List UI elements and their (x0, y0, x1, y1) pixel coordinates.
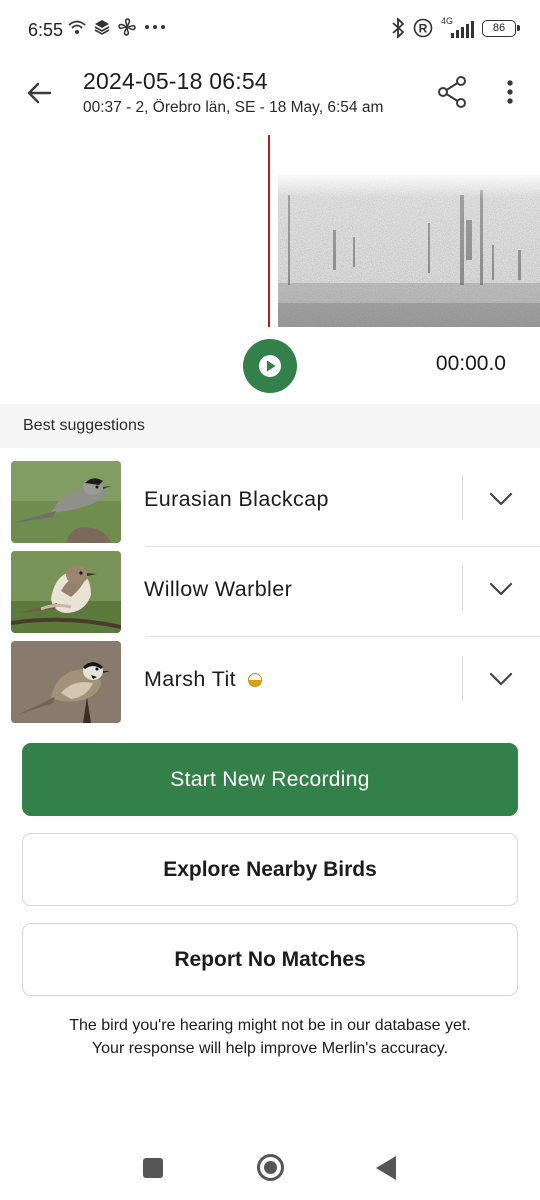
footer-line-2: Your response will help improve Merlin's… (91, 1040, 449, 1057)
playback-time: 00:00.0 (435, 352, 506, 375)
explore-nearby-birds-button[interactable]: Explore Nearby Birds (22, 833, 518, 906)
play-button[interactable] (243, 339, 297, 393)
bird-name: Eurasian Blackcap (144, 487, 329, 512)
more-options-button[interactable] (490, 72, 530, 112)
divider (462, 476, 463, 520)
network-label: 4G (441, 16, 454, 26)
willow-warbler-photo (11, 551, 121, 633)
home-button[interactable] (257, 1154, 284, 1181)
chevron-down-icon (489, 672, 513, 686)
status-bar: 6:55 R 4G 86 (0, 0, 540, 60)
row-divider (145, 546, 540, 547)
back-button[interactable] (20, 74, 58, 112)
footer-note: The bird you're hearing might not be in … (0, 1014, 540, 1060)
section-title: Best suggestions (23, 417, 145, 434)
suggestion-eurasian-blackcap[interactable]: Eurasian Blackcap (0, 458, 540, 547)
system-back-button[interactable] (376, 1156, 396, 1180)
expand-button[interactable] (478, 568, 524, 610)
footer-line-1: The bird you're hearing might not be in … (69, 1017, 471, 1034)
play-icon (259, 355, 281, 377)
recording-subtitle: 00:37 - 2, Örebro län, SE - 18 May, 6:54… (83, 99, 384, 116)
report-no-matches-button[interactable]: Report No Matches (22, 923, 518, 996)
app-bar: 2024-05-18 06:54 00:37 - 2, Örebro län, … (0, 60, 540, 128)
suggestion-willow-warbler[interactable]: Willow Warbler (0, 548, 540, 637)
spectrogram-image (278, 175, 540, 327)
recent-apps-button[interactable] (143, 1158, 163, 1178)
chevron-down-icon (489, 582, 513, 596)
bird-name: Willow Warbler (144, 577, 292, 602)
share-button[interactable] (432, 72, 472, 112)
expand-button[interactable] (478, 478, 524, 520)
svg-text:R: R (419, 22, 428, 36)
playhead[interactable] (268, 135, 270, 327)
chevron-down-icon (489, 492, 513, 506)
battery-icon: 86 (482, 19, 520, 37)
signal-4g-icon: 4G (441, 16, 474, 38)
divider (462, 656, 463, 700)
row-divider (145, 636, 540, 637)
bird-name-text: Marsh Tit (144, 667, 237, 691)
suggestion-marsh-tit[interactable]: Marsh Tit (0, 638, 540, 726)
battery-level: 86 (492, 22, 506, 34)
bird-name-text: Eurasian Blackcap (144, 487, 329, 511)
bluetooth-icon (392, 18, 405, 38)
share-icon (438, 76, 466, 108)
start-new-recording-button[interactable]: Start New Recording (22, 743, 518, 816)
half-filled-circle-icon (248, 672, 263, 687)
divider (462, 566, 463, 610)
status-time: 6:55 (28, 20, 64, 40)
more-dots-icon (145, 25, 165, 29)
expand-button[interactable] (478, 658, 524, 700)
spectrogram[interactable] (0, 135, 540, 329)
layers-icon (94, 20, 110, 35)
arrow-left-icon (27, 82, 52, 104)
marsh-tit-photo (11, 641, 121, 723)
eurasian-blackcap-photo (11, 461, 121, 543)
recording-title: 2024-05-18 06:54 (83, 68, 268, 94)
registered-icon: R (413, 18, 433, 38)
bird-name: Marsh Tit (144, 667, 263, 692)
wifi-icon (68, 20, 86, 34)
fan-icon (118, 18, 136, 36)
bird-name-text: Willow Warbler (144, 577, 293, 601)
more-vert-icon (507, 80, 513, 104)
system-nav-bar (0, 1130, 540, 1200)
best-suggestions-header: Best suggestions (0, 404, 540, 448)
